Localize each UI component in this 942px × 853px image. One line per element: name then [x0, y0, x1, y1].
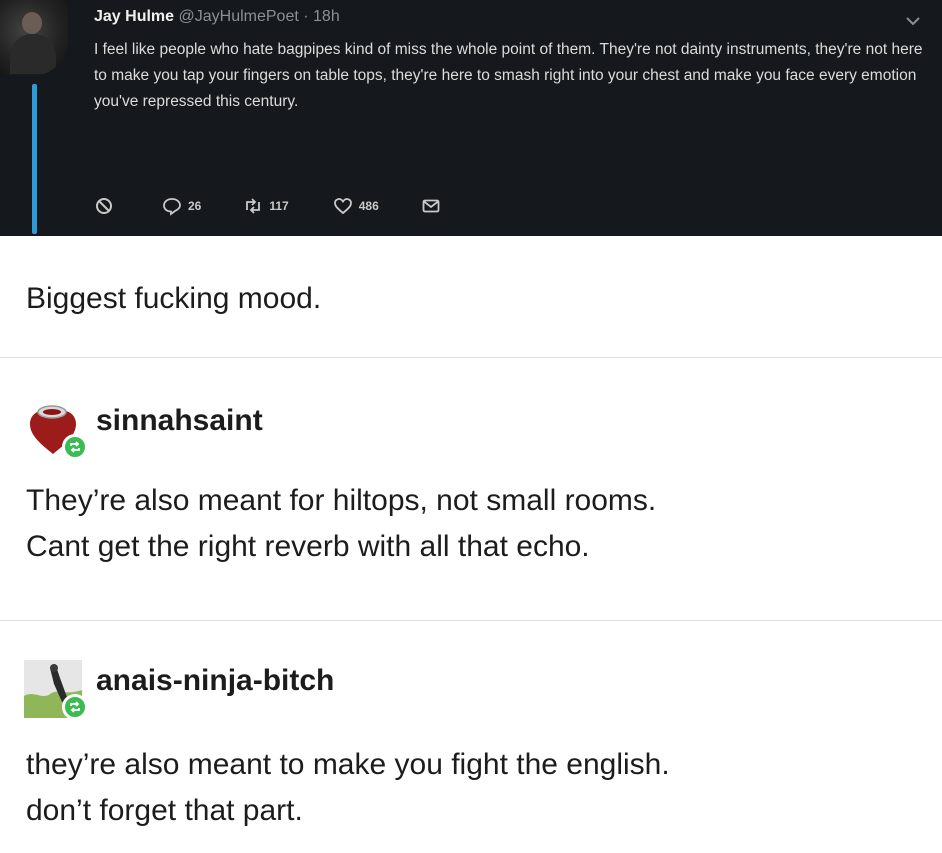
reply-count: 26	[188, 199, 202, 213]
username[interactable]: sinnahsaint	[96, 404, 263, 438]
reply-line: Cant get the right reverb with all that …	[26, 530, 590, 563]
reblog-badge	[62, 694, 88, 720]
chevron-down-icon[interactable]	[904, 12, 922, 30]
reply-button[interactable]: 26	[162, 196, 201, 216]
reblog-icon	[70, 441, 80, 453]
tweet-actions: 26 117 486	[94, 194, 441, 218]
avatar-face	[22, 12, 42, 34]
like-count: 486	[358, 199, 379, 213]
block-icon	[96, 198, 112, 214]
tweet-header: Jay Hulme @JayHulmePoet · 18h	[94, 8, 340, 26]
reply-text: They’re also meant for hiltops, not smal…	[26, 478, 656, 570]
original-comment: Biggest fucking mood.	[26, 282, 322, 315]
divider	[0, 357, 942, 358]
reply-line: They’re also meant for hiltops, not smal…	[26, 484, 657, 517]
tweet-text: I feel like people who hate bagpipes kin…	[94, 41, 923, 110]
tweet-separator: ·	[303, 8, 309, 25]
tweet-author-name[interactable]: Jay Hulme	[94, 8, 174, 25]
block-button[interactable]	[94, 196, 114, 216]
reply-line: don’t forget that part.	[26, 794, 303, 827]
retweet-button[interactable]: 117	[243, 196, 289, 216]
tweet-avatar[interactable]	[0, 0, 68, 76]
reply-icon	[163, 198, 181, 216]
tweet-author-handle[interactable]: @JayHulmePoet	[179, 8, 299, 25]
username[interactable]: anais-ninja-bitch	[96, 664, 334, 698]
divider	[0, 620, 942, 621]
retweet-count: 117	[269, 199, 289, 213]
reply-line: they’re also meant to make you fight the…	[26, 748, 670, 781]
like-button[interactable]: 486	[333, 196, 379, 216]
tweet-card: Jay Hulme @JayHulmePoet · 18h I feel lik…	[0, 0, 942, 236]
retweet-icon	[246, 198, 261, 214]
reblog-badge	[62, 434, 88, 460]
reply-text: they’re also meant to make you fight the…	[26, 742, 670, 834]
avatar-body	[10, 34, 56, 74]
dm-icon	[422, 199, 440, 213]
like-icon	[333, 198, 352, 215]
thread-line	[32, 84, 37, 234]
reblog-icon	[70, 701, 80, 713]
tweet-time[interactable]: 18h	[313, 8, 340, 25]
dm-button[interactable]	[421, 196, 441, 216]
